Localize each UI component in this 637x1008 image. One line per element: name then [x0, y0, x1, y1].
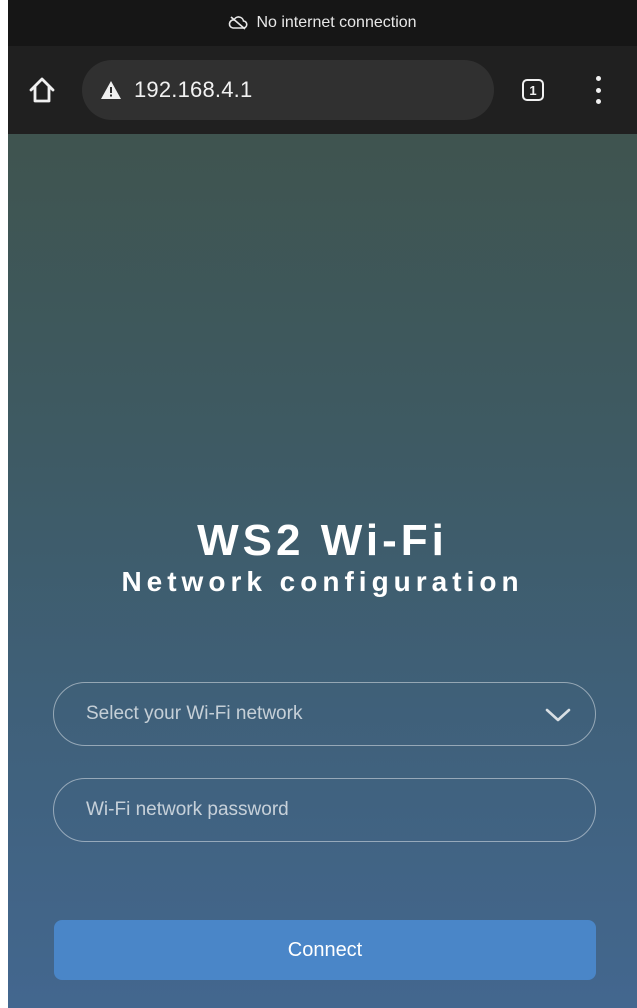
tab-switcher-button[interactable]: 1	[522, 79, 544, 101]
browser-toolbar: 192.168.4.1 1	[8, 46, 637, 134]
status-bar: No internet connection	[8, 0, 637, 46]
page-subtitle: Network configuration	[121, 566, 524, 597]
tab-count: 1	[529, 82, 537, 98]
home-button[interactable]	[24, 70, 60, 110]
page-title: WS2 Wi-Fi	[197, 516, 448, 565]
config-page: WS2 Wi-Fi Network configuration Select y…	[8, 134, 637, 1008]
home-icon	[29, 77, 55, 103]
address-bar[interactable]: 192.168.4.1	[82, 60, 494, 120]
connect-button[interactable]: Connect	[54, 920, 596, 980]
connection-status-text: No internet connection	[256, 14, 417, 31]
chevron-down-icon	[545, 708, 571, 722]
wifi-password-field[interactable]: Wi-Fi network password	[53, 778, 596, 842]
wifi-network-select[interactable]: Select your Wi-Fi network	[53, 682, 596, 746]
wifi-password-placeholder: Wi-Fi network password	[86, 799, 289, 820]
phone-screen: No internet connection 192.168.4.1 1 WS2…	[8, 0, 637, 1008]
warning-icon[interactable]	[100, 80, 122, 100]
url-text[interactable]: 192.168.4.1	[134, 77, 252, 103]
wifi-network-placeholder: Select your Wi-Fi network	[86, 703, 303, 724]
cloud-off-icon	[228, 16, 248, 30]
more-vertical-icon[interactable]	[586, 76, 610, 104]
